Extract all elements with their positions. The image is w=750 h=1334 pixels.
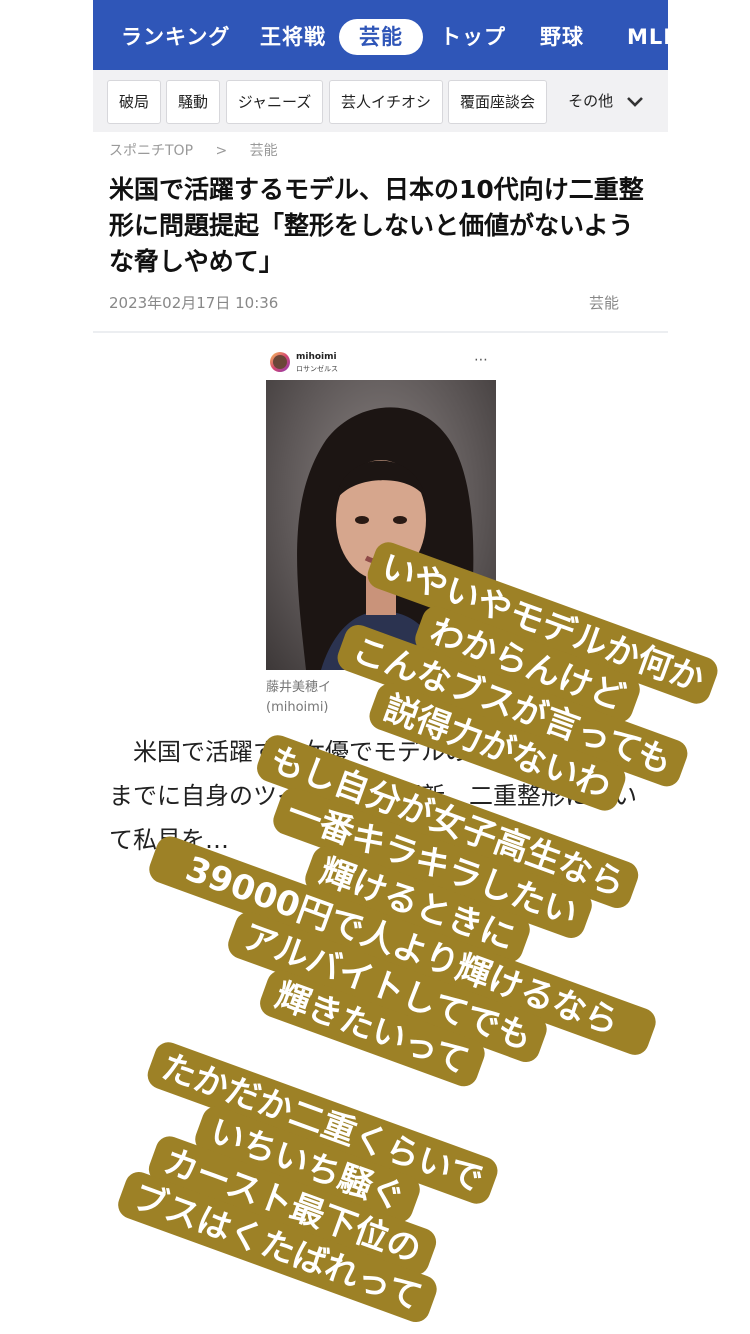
comment-block-3: たかだか二重くらいでいちいち騒ぐカースト最下位のブスはくたばれって xyxy=(118,1042,498,1323)
sticker-overlay: いやいやモデルか何かわからんけどこんなブスが言っても説得力がないわ もし自分が女… xyxy=(118,542,718,1323)
